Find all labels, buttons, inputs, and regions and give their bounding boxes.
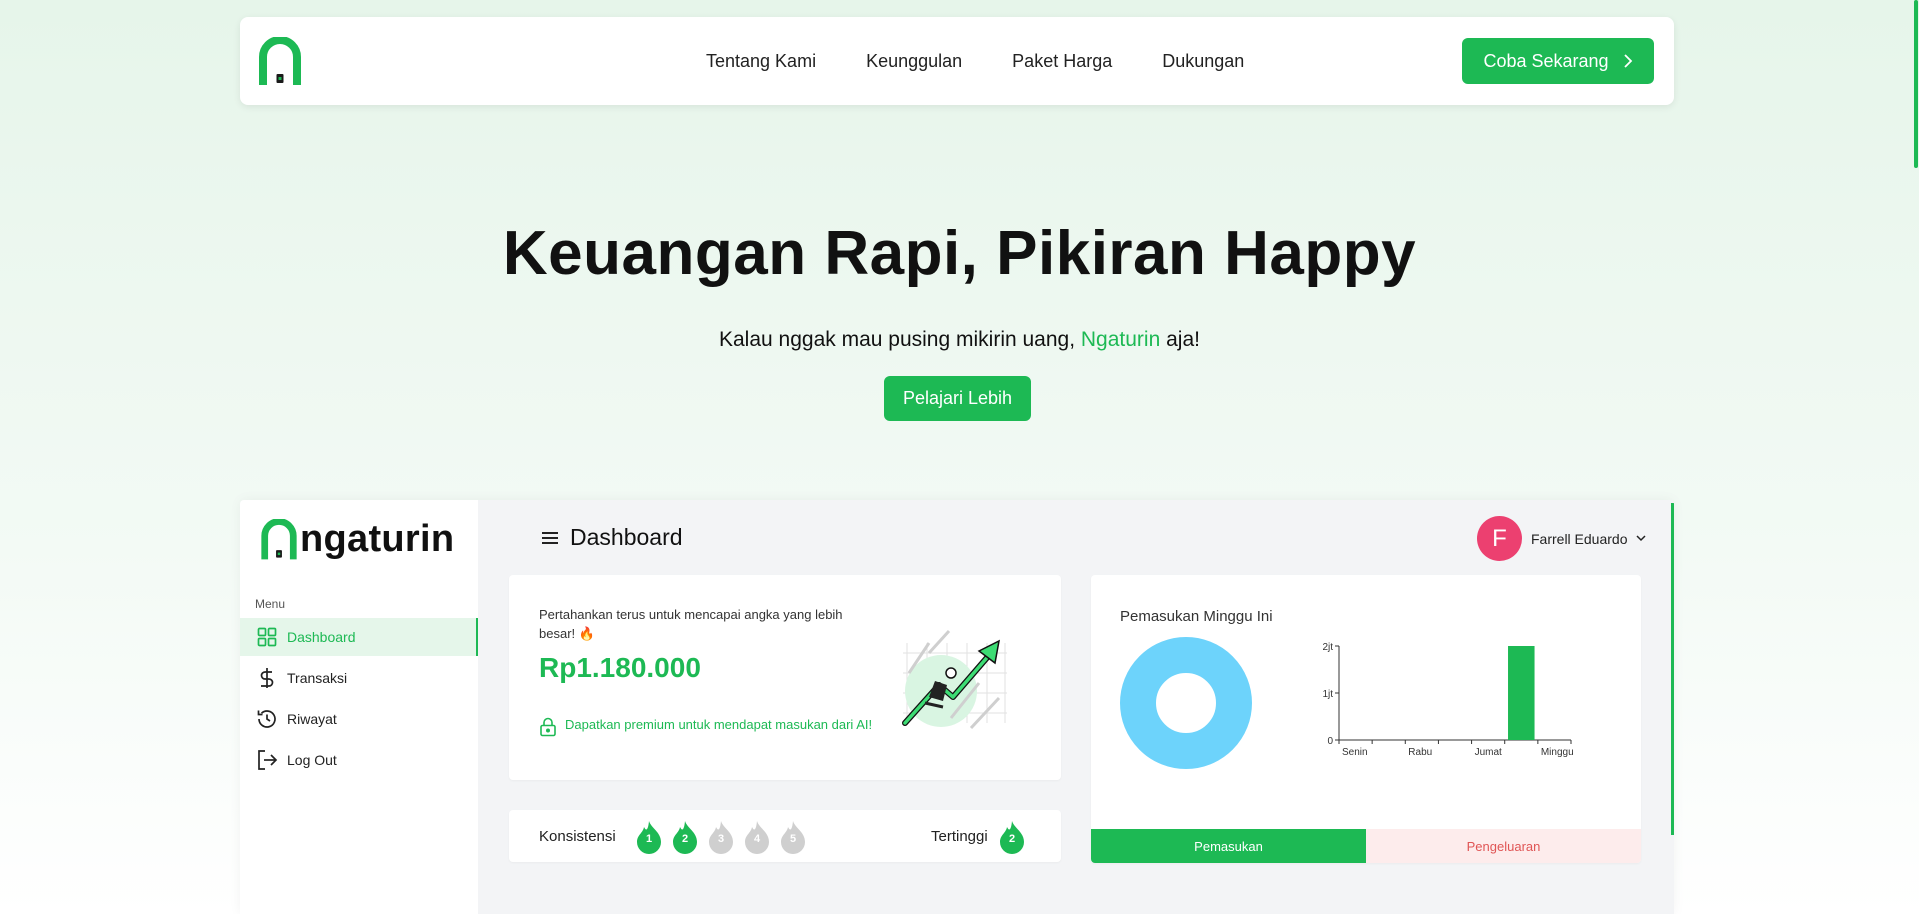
user-name: Farrell Eduardo bbox=[1531, 530, 1628, 547]
menu-label: Menu bbox=[255, 597, 286, 611]
sidebar-item-transaksi[interactable]: Transaksi bbox=[240, 659, 478, 697]
history-icon bbox=[256, 708, 278, 730]
hamburger-menu-icon[interactable] bbox=[542, 524, 558, 551]
page-scrollbar[interactable] bbox=[1913, 0, 1919, 914]
growth-chart-illustration bbox=[902, 629, 1007, 730]
hero-subtitle-text: Kalau nggak mau pusing mikirin uang, bbox=[719, 328, 1081, 351]
try-now-button[interactable]: Coba Sekarang bbox=[1462, 38, 1654, 84]
balance-card: Pertahankan terus untuk mencapai angka y… bbox=[509, 575, 1061, 780]
nav-link-paket-harga[interactable]: Paket Harga bbox=[1012, 51, 1112, 72]
income-bar-chart: 0 1jt 2jt Senin Rabu Jumat Minggu bbox=[1322, 642, 1574, 758]
sidebar-item-label: Log Out bbox=[287, 752, 337, 768]
dashboard-preview: ngaturin Menu Dashboard Transaksi Riwaya… bbox=[240, 500, 1674, 914]
streak-top-label: Tertinggi bbox=[931, 828, 988, 845]
streak-day-number: 4 bbox=[753, 833, 761, 845]
try-now-label: Coba Sekarang bbox=[1483, 50, 1609, 71]
user-menu[interactable]: F Farrell Eduardo bbox=[1477, 516, 1646, 561]
x-tick-label: Rabu bbox=[1408, 747, 1432, 758]
tab-income[interactable]: Pemasukan bbox=[1091, 829, 1366, 863]
income-donut-chart bbox=[1120, 637, 1252, 769]
nav-link-dukungan[interactable]: Dukungan bbox=[1162, 51, 1244, 72]
logout-icon bbox=[256, 749, 278, 771]
sidebar-item-riwayat[interactable]: Riwayat bbox=[240, 700, 478, 738]
chevron-right-icon bbox=[1623, 54, 1632, 68]
streak-flames: 1 2 3 4 5 bbox=[634, 820, 808, 854]
income-title: Pemasukan Minggu Ini bbox=[1120, 608, 1273, 625]
streak-day-number: 3 bbox=[717, 833, 725, 845]
hero-title: Keuangan Rapi, Pikiran Happy bbox=[502, 219, 1417, 288]
logo-icon bbox=[261, 518, 297, 559]
donut-slice bbox=[1120, 637, 1252, 769]
streak-top-value: 2 bbox=[1008, 833, 1016, 845]
streak-day-flame: 1 bbox=[634, 820, 664, 854]
page-title: Dashboard bbox=[570, 524, 683, 550]
sidebar-item-logout[interactable]: Log Out bbox=[240, 741, 478, 779]
avatar: F bbox=[1477, 516, 1522, 561]
learn-more-button[interactable]: Pelajari Lebih bbox=[884, 376, 1031, 421]
tab-expense[interactable]: Pengeluaran bbox=[1366, 829, 1641, 863]
sidebar-item-label: Transaksi bbox=[287, 670, 348, 686]
nav-link-keunggulan[interactable]: Keunggulan bbox=[866, 51, 962, 72]
streak-day-flame: 2 bbox=[670, 820, 700, 854]
nav-link-tentang-kami[interactable]: Tentang Kami bbox=[706, 51, 816, 72]
grid-icon bbox=[256, 626, 278, 648]
sidebar: ngaturin Menu Dashboard Transaksi Riwaya… bbox=[240, 500, 478, 914]
streak-day-flame: 4 bbox=[742, 820, 772, 854]
streak-label: Konsistensi bbox=[539, 828, 616, 845]
dollar-icon bbox=[256, 667, 278, 689]
sidebar-item-dashboard[interactable]: Dashboard bbox=[240, 618, 478, 656]
streak-day-flame: 3 bbox=[706, 820, 736, 854]
income-card: Pemasukan Minggu Ini 0 1jt 2jt Senin Rabu Jum… bbox=[1091, 575, 1641, 863]
hero-subtitle-end: aja! bbox=[1160, 328, 1200, 351]
streak-day-flame: 5 bbox=[778, 820, 808, 854]
x-tick-label: Senin bbox=[1342, 747, 1368, 758]
streak-top-flame: 2 bbox=[997, 820, 1027, 854]
nav-links: Tentang Kami Keunggulan Paket Harga Duku… bbox=[706, 17, 1294, 105]
streak-day-number: 2 bbox=[681, 833, 689, 845]
y-tick-label: 1jt bbox=[1322, 689, 1333, 700]
logo-icon[interactable] bbox=[258, 37, 302, 87]
sidebar-brand-name: ngaturin bbox=[300, 518, 455, 560]
x-tick-label: Jumat bbox=[1475, 747, 1502, 758]
streak-day-number: 1 bbox=[645, 833, 653, 845]
preview-accent-bar bbox=[1671, 503, 1674, 835]
streak-day-number: 5 bbox=[789, 833, 797, 845]
chevron-down-icon bbox=[1635, 535, 1646, 542]
hero-brand-name: Ngaturin bbox=[1080, 328, 1161, 351]
bar-sabtu bbox=[1508, 646, 1535, 740]
balance-amount: Rp1.180.000 bbox=[539, 652, 701, 683]
sidebar-item-label: Dashboard bbox=[287, 629, 356, 645]
premium-text: Dapatkan premium untuk mendapat masukan … bbox=[565, 717, 873, 732]
premium-prompt[interactable]: Dapatkan premium untuk mendapat masukan … bbox=[539, 715, 879, 737]
balance-hint: Pertahankan terus untuk mencapai angka y… bbox=[539, 607, 843, 641]
sidebar-item-label: Riwayat bbox=[287, 711, 337, 727]
x-tick-label: Minggu bbox=[1541, 747, 1574, 758]
streak-card: Konsistensi 1 2 3 4 5 Tertinggi 2 bbox=[509, 810, 1061, 862]
lock-icon bbox=[540, 717, 556, 737]
sidebar-logo[interactable]: ngaturin bbox=[260, 518, 454, 561]
scrollbar-thumb[interactable] bbox=[1914, 0, 1918, 168]
y-tick-label: 0 bbox=[1327, 736, 1333, 747]
y-tick-label: 2jt bbox=[1322, 642, 1333, 653]
hero-subtitle: Kalau nggak mau pusing mikirin uang, Nga… bbox=[0, 328, 1919, 352]
top-navbar: Tentang Kami Keunggulan Paket Harga Duku… bbox=[240, 17, 1674, 105]
page-header: Dashboard bbox=[542, 524, 683, 551]
